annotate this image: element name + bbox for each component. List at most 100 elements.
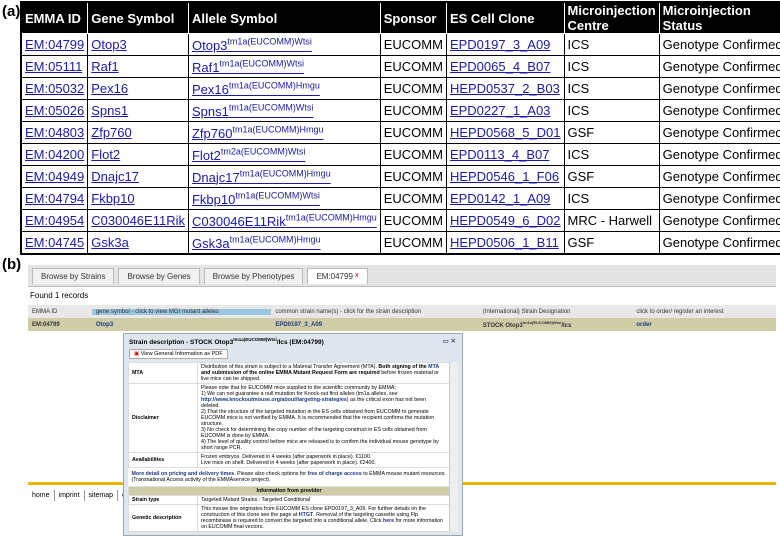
allele-cell[interactable]: Pex16tm1a(EUCOMM)Hmgu (187, 77, 381, 100)
emma-id-link[interactable]: EM:04794 (25, 191, 84, 206)
clone-link[interactable]: EPD0065_4_B07 (450, 59, 550, 74)
order-link[interactable]: order (632, 322, 776, 328)
view-pdf-button[interactable]: ▣ View General Information as PDF (129, 349, 228, 360)
footer-sitemap[interactable]: sitemap (85, 490, 119, 501)
clone-link[interactable]: HEPD0546_1_F06 (450, 169, 559, 184)
tab-browse-strains[interactable]: Browse by Strains (32, 268, 115, 284)
clone-cell[interactable]: HEPD0568_5_D01 (445, 121, 565, 144)
clone-cell[interactable]: EPD0113_4_B07 (445, 143, 565, 166)
allele-cell[interactable]: Flot2tm2a(EUCOMM)Wtsi (187, 143, 381, 166)
col-common-name[interactable]: common strain name(s) - click for the st… (271, 309, 478, 315)
emma-id-link[interactable]: EM:05026 (25, 103, 84, 118)
emma-id-cell[interactable]: EM:04954 (20, 209, 89, 232)
clone-cell[interactable]: HEPD0549_6_D02 (445, 209, 565, 232)
allele-link[interactable]: Flot2tm2a(EUCOMM)Wtsi (192, 146, 305, 162)
gene-link[interactable]: Dnajc17 (91, 169, 139, 184)
gene-link[interactable]: Otop3 (92, 322, 272, 328)
allele-cell[interactable]: Fkbp10tm1a(EUCOMM)Wtsi (187, 187, 381, 210)
allele-link[interactable]: Spns1tm1a(EUCOMM)Wtsi (192, 102, 313, 118)
allele-cell[interactable]: Dnajc17tm1a(EUCOMM)Hmgu (187, 165, 381, 188)
clone-link[interactable]: HEPD0506_1_B11 (450, 235, 559, 250)
gene-cell[interactable]: Zfp760 (87, 121, 189, 144)
gene-cell[interactable]: Dnajc17 (87, 165, 189, 188)
emma-id-cell[interactable]: EM:05111 (20, 55, 89, 78)
clone-link[interactable]: EPD0197_3_A09 (450, 37, 550, 52)
allele-cell[interactable]: Zfp760tm1a(EUCOMM)Hmgu (187, 121, 381, 144)
col-order[interactable]: click to order/ register an interest (632, 309, 776, 315)
clone-cell[interactable]: EPD0142_1_A09 (445, 187, 565, 210)
here-link[interactable]: here (383, 518, 394, 524)
clone-cell[interactable]: HEPD0506_1_B11 (445, 231, 565, 255)
emma-id-link[interactable]: EM:05032 (25, 81, 84, 96)
emma-id-link[interactable]: EM:05111 (25, 59, 82, 74)
gene-link[interactable]: Pex16 (91, 81, 128, 96)
emma-id-cell[interactable]: EM:05032 (20, 77, 89, 100)
emma-id-cell[interactable]: EM:05026 (20, 99, 89, 122)
close-icon[interactable]: x (355, 272, 359, 279)
allele-link[interactable]: Fkbp10tm1a(EUCOMM)Wtsi (192, 190, 320, 206)
gene-link[interactable]: Fkbp10 (91, 191, 134, 206)
gene-link[interactable]: Otop3 (91, 37, 126, 52)
emma-id-cell[interactable]: EM:04745 (20, 231, 89, 255)
minimize-close-icons[interactable]: ▭ ✕ (443, 337, 456, 345)
scrollbar[interactable] (449, 362, 458, 533)
gene-link[interactable]: Flot2 (91, 147, 120, 162)
tab-browse-phenotypes[interactable]: Browse by Phenotypes (203, 268, 304, 284)
gene-cell[interactable]: Otop3 (87, 33, 189, 56)
tab-em04799[interactable]: EM:04799 x (307, 268, 368, 284)
targeting-link[interactable]: http://www.knockoutmouse.org/about/targe… (201, 397, 347, 403)
clone-cell[interactable]: HEPD0537_2_B03 (445, 77, 565, 100)
gene-link[interactable]: C030046E11Rik (91, 213, 185, 228)
emma-id-link[interactable]: EM:04745 (25, 235, 84, 250)
footer-home[interactable]: home (28, 490, 55, 501)
free-access-link[interactable]: free of charge access (308, 471, 362, 477)
gene-cell[interactable]: Flot2 (87, 143, 189, 166)
col-emma-id[interactable]: EMMA ID (28, 309, 92, 315)
allele-cell[interactable]: Gsk3atm1a(EUCOMM)Hmgu (187, 231, 381, 255)
gene-cell[interactable]: Pex16 (87, 77, 189, 100)
emma-id-link[interactable]: EM:04949 (25, 169, 84, 184)
allele-link[interactable]: Dnajc17tm1a(EUCOMM)Hmgu (192, 168, 331, 184)
gene-cell[interactable]: Gsk3a (87, 231, 189, 255)
clone-link[interactable]: EPD0113_4_B07 (450, 147, 550, 162)
emma-id-link[interactable]: EM:04200 (25, 147, 84, 162)
clone-link[interactable]: HEPD0549_6_D02 (450, 213, 561, 228)
footer-imprint[interactable]: imprint (55, 490, 85, 501)
col-gene-symbol[interactable]: gene symbol - click to view MGI mutant a… (91, 308, 272, 315)
clone-cell[interactable]: EPD0227_1_A03 (445, 99, 565, 122)
tab-browse-genes[interactable]: Browse by Genes (118, 268, 200, 284)
gene-link[interactable]: Gsk3a (91, 235, 129, 250)
clone-link[interactable]: EPD0227_1_A03 (450, 103, 550, 118)
emma-id-cell[interactable]: EM:04799 (20, 33, 89, 56)
clone-link[interactable]: HEPD0537_2_B03 (450, 81, 560, 96)
clone-cell[interactable]: HEPD0546_1_F06 (445, 165, 565, 188)
emma-id-cell[interactable]: EM:04200 (20, 143, 89, 166)
allele-cell[interactable]: Spns1tm1a(EUCOMM)Wtsi (187, 99, 381, 122)
allele-link[interactable]: Otop3tm1a(EUCOMM)Wtsi (192, 36, 312, 52)
allele-link[interactable]: Pex16tm1a(EUCOMM)Hmgu (192, 80, 320, 96)
col-designation[interactable]: (International) Strain Designation (479, 309, 633, 315)
gene-cell[interactable]: C030046E11Rik (87, 209, 189, 232)
allele-cell[interactable]: Otop3tm1a(EUCOMM)Wtsi (187, 33, 381, 56)
allele-cell[interactable]: Raf1tm1a(EUCOMM)Wtsi (187, 55, 381, 78)
clone-link[interactable]: EPD0142_1_A09 (450, 191, 550, 206)
emma-id-cell[interactable]: EM:04803 (20, 121, 89, 144)
gene-cell[interactable]: Raf1 (87, 55, 189, 78)
gene-cell[interactable]: Spns1 (87, 99, 189, 122)
clone-cell[interactable]: EPD0197_3_A09 (445, 33, 565, 56)
allele-cell[interactable]: C030046E11Riktm1a(EUCOMM)Hmgu (187, 209, 381, 232)
emma-id-link[interactable]: EM:04803 (25, 125, 84, 140)
allele-link[interactable]: Zfp760tm1a(EUCOMM)Hmgu (192, 124, 324, 140)
gene-cell[interactable]: Fkbp10 (87, 187, 189, 210)
gene-link[interactable]: Spns1 (91, 103, 128, 118)
emma-id-link[interactable]: EM:04954 (25, 213, 84, 228)
allele-link[interactable]: C030046E11Riktm1a(EUCOMM)Hmgu (192, 212, 377, 228)
gene-link[interactable]: Zfp760 (91, 125, 131, 140)
emma-id-cell[interactable]: EM:04794 (20, 187, 89, 210)
allele-link[interactable]: Raf1tm1a(EUCOMM)Wtsi (192, 58, 304, 74)
emma-id-link[interactable]: EM:04799 (25, 37, 84, 52)
allele-link[interactable]: Gsk3atm1a(EUCOMM)Hmgu (192, 234, 321, 250)
clone-cell[interactable]: EPD0065_4_B07 (445, 55, 565, 78)
clone-link[interactable]: EPD0197_3_A09 (271, 322, 478, 328)
emma-id-cell[interactable]: EM:04949 (20, 165, 89, 188)
